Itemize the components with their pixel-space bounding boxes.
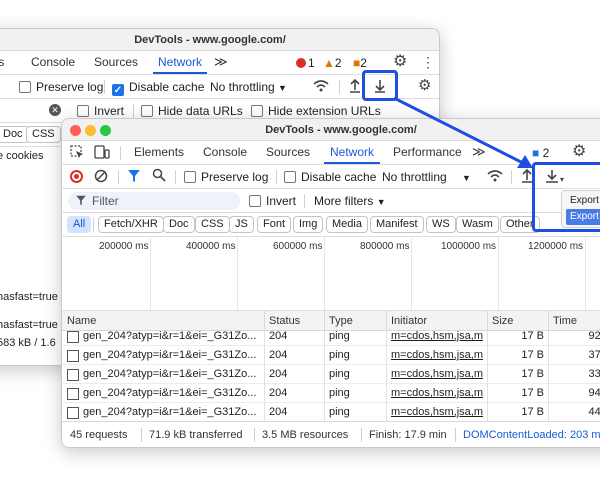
callout-arrow bbox=[393, 96, 533, 168]
